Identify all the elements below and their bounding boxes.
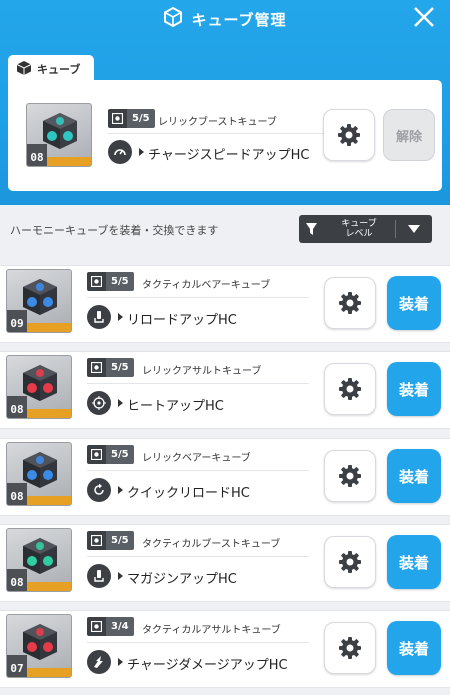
cube-name: タクティカルブーストキューブ xyxy=(142,539,281,550)
equipped-cube-thumbnail[interactable]: 08 xyxy=(26,103,92,167)
cube-list-item: 08 5/5 タクティカルブーストキューブ マガジンアップHC 装着 xyxy=(0,524,450,602)
cube-tab-icon xyxy=(16,60,32,79)
sort-label: キューブ レベル xyxy=(323,219,395,239)
sort-dropdown[interactable]: キューブ レベル xyxy=(299,215,432,243)
count-value: 3/4 xyxy=(106,617,134,636)
equip-button[interactable]: 装着 xyxy=(387,449,441,503)
count-value: 5/5 xyxy=(106,531,134,550)
equipped-tab-label: キューブ xyxy=(37,63,81,76)
cube-list-item: 08 5/5 レリックベアーキューブ クイックリロードHC 装着 xyxy=(0,438,450,516)
gear-icon xyxy=(339,378,361,400)
divider xyxy=(87,470,309,471)
equip-button[interactable]: 装着 xyxy=(387,621,441,675)
cube-settings-button[interactable] xyxy=(324,536,376,588)
cube-level: 08 xyxy=(27,144,47,166)
cube-settings-button[interactable] xyxy=(324,363,376,415)
filter-icon xyxy=(299,223,323,235)
cube-name: レリックベアーキューブ xyxy=(142,453,251,464)
divider xyxy=(87,297,309,298)
skill-arrow-icon xyxy=(118,486,123,494)
count-icon xyxy=(108,109,127,128)
cube-icon xyxy=(163,6,183,31)
divider xyxy=(108,133,326,134)
refresh-icon xyxy=(87,478,111,502)
cube-name: タクティカルアサルトキューブ xyxy=(142,625,281,636)
skill-name: チャージスピードアップHC xyxy=(148,148,310,163)
cube-list-item: 07 3/4 タクティカルアサルトキューブ チャージダメージアップHC 装着 xyxy=(0,610,450,688)
equip-button[interactable]: 装着 xyxy=(387,535,441,589)
cube-level: 09 xyxy=(7,310,27,332)
cube-settings-button[interactable] xyxy=(324,622,376,674)
cube-name: レリックアサルトキューブ xyxy=(142,366,262,377)
count-icon xyxy=(87,617,106,636)
cube-level: 07 xyxy=(7,655,27,677)
sort-label-line2: レベル xyxy=(345,229,373,239)
skill-arrow-icon xyxy=(118,658,123,666)
count-icon xyxy=(87,272,106,291)
skill-name: クイックリロードHC xyxy=(127,486,250,501)
cube-thumbnail[interactable]: 08 xyxy=(6,528,72,592)
count-badge: 5/5 xyxy=(87,272,134,291)
divider xyxy=(87,383,309,384)
gear-icon xyxy=(338,124,360,146)
gear-icon xyxy=(339,551,361,573)
gear-icon xyxy=(339,465,361,487)
close-button[interactable] xyxy=(412,5,436,29)
cube-name: レリックブーストキューブ xyxy=(158,117,277,128)
skill-arrow-icon xyxy=(139,148,144,156)
info-text: ハーモニーキューブを装着・交換できます xyxy=(10,224,219,237)
count-value: 5/5 xyxy=(106,445,134,464)
skill-arrow-icon xyxy=(118,572,123,580)
cube-thumbnail[interactable]: 08 xyxy=(6,442,72,506)
skill-arrow-icon xyxy=(118,399,123,407)
cube-settings-button[interactable] xyxy=(324,277,376,329)
cube-thumbnail[interactable]: 07 xyxy=(6,614,72,678)
divider xyxy=(87,556,309,557)
target-icon xyxy=(87,391,111,415)
count-badge: 5/5 xyxy=(87,531,134,550)
page-title: キューブ管理 xyxy=(191,10,287,29)
skill-arrow-icon xyxy=(118,313,123,321)
cube-level: 08 xyxy=(7,483,27,505)
divider xyxy=(87,642,309,643)
gear-icon xyxy=(339,292,361,314)
count-icon xyxy=(87,358,106,377)
skill-name: チャージダメージアップHC xyxy=(127,658,288,673)
close-icon xyxy=(414,7,434,27)
cube-level: 08 xyxy=(7,396,27,418)
cube-thumbnail[interactable]: 09 xyxy=(6,269,72,333)
damage-icon xyxy=(87,650,111,674)
cube-level: 08 xyxy=(7,569,27,591)
equipped-tab: キューブ xyxy=(8,55,94,83)
unequip-button[interactable]: 解除 xyxy=(383,109,435,161)
chevron-down-icon xyxy=(396,225,432,233)
sort-label-line1: キューブ xyxy=(341,219,377,229)
reload-hand-icon xyxy=(87,564,111,588)
count-badge: 3/4 xyxy=(87,617,134,636)
cube-list-item: 08 5/5 レリックアサルトキューブ ヒートアップHC 装着 xyxy=(0,351,450,429)
skill-name: ヒートアップHC xyxy=(127,399,224,414)
equipped-settings-button[interactable] xyxy=(323,109,375,161)
count-value: 5/5 xyxy=(106,272,134,291)
count-icon xyxy=(87,445,106,464)
cube-thumbnail[interactable]: 08 xyxy=(6,355,72,419)
count-badge: 5/5 xyxy=(108,109,155,128)
count-value: 5/5 xyxy=(127,109,155,128)
count-badge: 5/5 xyxy=(87,445,134,464)
cube-list-item: 09 5/5 タクティカルベアーキューブ リロードアップHC 装着 xyxy=(0,265,450,343)
count-value: 5/5 xyxy=(106,358,134,377)
cube-settings-button[interactable] xyxy=(324,450,376,502)
skill-name: リロードアップHC xyxy=(127,313,237,328)
title-row: キューブ管理 xyxy=(0,6,450,32)
gear-icon xyxy=(339,637,361,659)
gauge-icon xyxy=(108,140,132,164)
equipped-panel: 08 5/5 レリックブーストキューブ チャージスピードアップHC 解除 xyxy=(8,80,442,191)
skill-name: マガジンアップHC xyxy=(127,572,237,587)
equip-button[interactable]: 装着 xyxy=(387,362,441,416)
count-icon xyxy=(87,531,106,550)
equip-button[interactable]: 装着 xyxy=(387,276,441,330)
count-badge: 5/5 xyxy=(87,358,134,377)
reload-hand-icon xyxy=(87,305,111,329)
cube-name: タクティカルベアーキューブ xyxy=(142,280,271,291)
